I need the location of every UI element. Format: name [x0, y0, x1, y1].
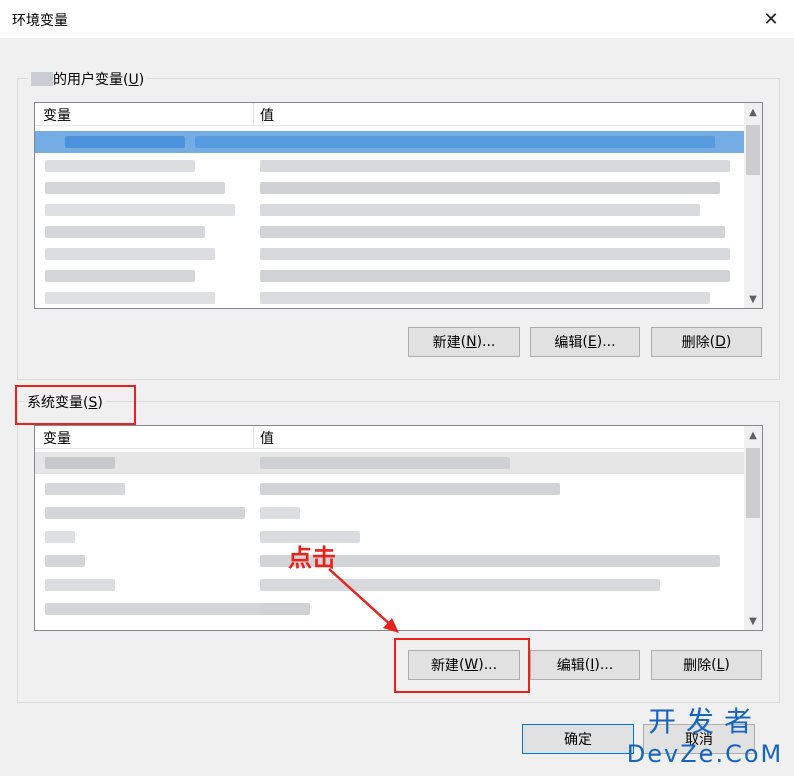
scroll-thumb[interactable] — [746, 448, 760, 518]
user-list-header: 变量 值 — [35, 103, 744, 126]
list-item[interactable] — [35, 265, 744, 287]
highlight-box-new-button — [394, 638, 530, 693]
list-item[interactable] — [35, 243, 744, 265]
list-item[interactable] — [35, 131, 744, 153]
user-list-scrollbar[interactable]: ▲ ▼ — [744, 103, 762, 308]
column-separator[interactable] — [253, 426, 254, 448]
scroll-up-icon[interactable]: ▲ — [744, 426, 762, 444]
user-variables-hotkey: U — [128, 72, 139, 88]
list-item[interactable] — [35, 177, 744, 199]
list-item[interactable] — [35, 502, 744, 524]
window-title: 环境变量 — [12, 13, 68, 29]
watermark-line1: 开发者 — [647, 705, 762, 738]
list-item[interactable] — [35, 221, 744, 243]
watermark-line2: DevZe.CoM — [626, 740, 784, 768]
user-variables-label: 的用户变量(U) — [28, 69, 148, 89]
highlight-box-system-label — [15, 385, 136, 425]
list-item[interactable] — [35, 155, 744, 177]
column-variable[interactable]: 变量 — [43, 105, 71, 125]
watermark-logo: 开发者 DevZe.CoM — [620, 705, 790, 773]
list-item[interactable] — [35, 526, 744, 548]
column-value[interactable]: 值 — [260, 428, 274, 448]
user-variables-label-text: 的用户变量 — [53, 72, 123, 88]
ok-button[interactable]: 确定 — [522, 724, 634, 754]
column-value[interactable]: 值 — [260, 105, 274, 125]
system-edit-button[interactable]: 编辑(I)... — [530, 650, 640, 680]
system-list-scrollbar[interactable]: ▲ ▼ — [744, 426, 762, 630]
user-edit-button[interactable]: 编辑(E)... — [530, 327, 640, 357]
blurred-username — [31, 72, 53, 86]
list-item[interactable] — [35, 287, 744, 308]
column-variable[interactable]: 变量 — [43, 428, 71, 448]
scroll-down-icon[interactable]: ▼ — [744, 612, 762, 630]
close-icon[interactable]: ✕ — [748, 0, 794, 38]
user-variables-list[interactable]: 变量 值 ▲ ▼ — [34, 102, 763, 309]
scroll-thumb[interactable] — [746, 125, 760, 175]
column-separator[interactable] — [253, 103, 254, 125]
user-new-button[interactable]: 新建(N)... — [408, 327, 520, 357]
title-bar: 环境变量 ✕ — [0, 0, 794, 38]
list-item[interactable] — [35, 199, 744, 221]
list-item[interactable] — [35, 478, 744, 500]
scroll-down-icon[interactable]: ▼ — [744, 290, 762, 308]
user-delete-button[interactable]: 删除(D) — [651, 327, 762, 357]
scroll-up-icon[interactable]: ▲ — [744, 103, 762, 121]
list-item[interactable] — [35, 452, 744, 474]
system-list-header: 变量 值 — [35, 426, 744, 449]
system-delete-button[interactable]: 删除(L) — [651, 650, 762, 680]
annotation-arrow-icon — [328, 568, 399, 633]
